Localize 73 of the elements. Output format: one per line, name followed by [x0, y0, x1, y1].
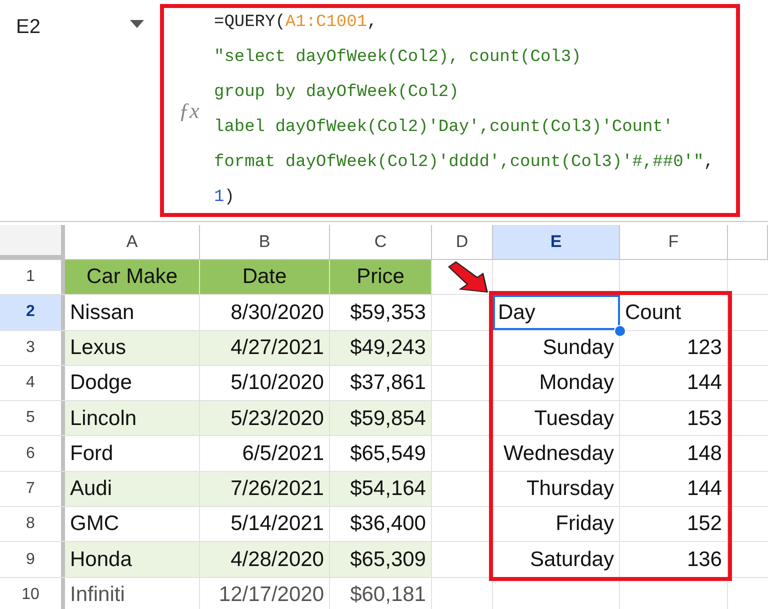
row-header[interactable]: 4 [0, 366, 65, 400]
cell-text: 4/27/2021 [230, 334, 324, 361]
cell-text: 8/30/2020 [230, 300, 324, 326]
cell-text: 148 [686, 440, 722, 467]
formula-text: format dayOfWeek(Col2)'dddd',count(Col3)'#,##0'" [214, 152, 704, 174]
cell-text: GMC [70, 511, 119, 538]
active-cell[interactable]: Day [493, 295, 620, 330]
column-header[interactable]: E [493, 225, 620, 259]
cell-text: Saturday [530, 546, 614, 573]
cell-text: Tuesday [534, 406, 614, 432]
row-header[interactable]: 6 [0, 436, 65, 471]
cell-text: 6/5/2021 [242, 440, 324, 467]
arrow-icon [446, 261, 490, 295]
cell-text: Lincoln [70, 406, 137, 432]
formula-text: =QUERY( [214, 12, 286, 34]
cell-text: $65,309 [350, 546, 426, 573]
cell-text: Ford [70, 440, 114, 467]
formula-text: A1:C1001 [285, 12, 368, 34]
row-header[interactable]: 10 [0, 578, 65, 609]
cell-text: 123 [686, 334, 722, 361]
formula-text: "select dayOfWeek(Col2), count(Col3) [214, 47, 582, 70]
formula-text: ) [224, 187, 234, 210]
cell-text: Nissan [70, 300, 134, 326]
formula-text: 1 [214, 187, 224, 210]
formula-text: , [704, 152, 714, 174]
cell-text: Friday [556, 511, 614, 538]
cell-text: 7/26/2021 [230, 476, 324, 502]
cell-text: 5/10/2020 [230, 370, 324, 396]
row-header[interactable]: 8 [0, 507, 65, 542]
cell-text: 136 [686, 546, 722, 573]
cell-text: $54,164 [350, 476, 426, 502]
cell-text: Monday [539, 370, 614, 396]
cell-text: 5/23/2020 [230, 406, 324, 432]
cell-text: Count [625, 300, 682, 326]
cell-text: $36,400 [350, 511, 426, 538]
cell-text: 153 [686, 406, 722, 432]
cell-text: $37,861 [350, 370, 426, 396]
fill-handle[interactable] [614, 324, 626, 337]
cell-text: 144 [686, 476, 722, 502]
cell-text: $65,549 [350, 440, 426, 467]
cell-text: Thursday [526, 476, 614, 502]
cell-text: 144 [686, 370, 722, 396]
row-header[interactable]: 2 [0, 295, 65, 330]
cell-text: Price [356, 264, 404, 290]
cell-text: 5/14/2021 [230, 511, 324, 538]
cell-text: Wednesday [503, 440, 614, 467]
name-box[interactable]: E2 [16, 12, 40, 42]
cell-text: 12/17/2020 [218, 582, 324, 608]
formula-text: label dayOfWeek(Col2)'Day',count(Col3)'Count' [214, 117, 674, 140]
cell-text: Infiniti [70, 582, 125, 608]
cell-text: $59,854 [350, 406, 426, 432]
cell-text: Date [242, 264, 287, 290]
formula-text: group by dayOfWeek(Col2) [214, 82, 459, 104]
cell-text: 152 [686, 511, 722, 538]
cell-text: $49,243 [350, 334, 426, 361]
cell-text: Day [498, 300, 536, 326]
cell-text: Car Make [86, 264, 178, 290]
formula-text: , [367, 12, 378, 34]
cell-text: Honda [70, 546, 132, 573]
formula-bar[interactable]: ƒx =QUERY(A1:C1001, "select dayOfWeek(Col2), count(Col3) group by dayOfWeek(Col2) label dayOfWeek(Col2)'Day',count(Col3)'Count' format dayOfWeek(Col2)'dddd',count(Col3)'#,##0'", 1) [160, 4, 740, 217]
column-header[interactable]: B [200, 225, 330, 259]
cell-text: Dodge [70, 370, 132, 396]
dropdown-caret-icon[interactable] [130, 20, 144, 28]
cell-text: 4/28/2020 [230, 546, 324, 573]
cell-text: $59,353 [350, 300, 426, 326]
cell-text: Audi [70, 476, 112, 502]
column-header[interactable]: F [620, 225, 728, 259]
function-icon: ƒx [178, 94, 200, 127]
cell-text: Lexus [70, 334, 126, 361]
column-header[interactable]: C [330, 225, 432, 259]
cell-text: $60,181 [350, 582, 426, 608]
cell-text: Sunday [542, 334, 614, 361]
column-header[interactable]: A [65, 225, 200, 259]
